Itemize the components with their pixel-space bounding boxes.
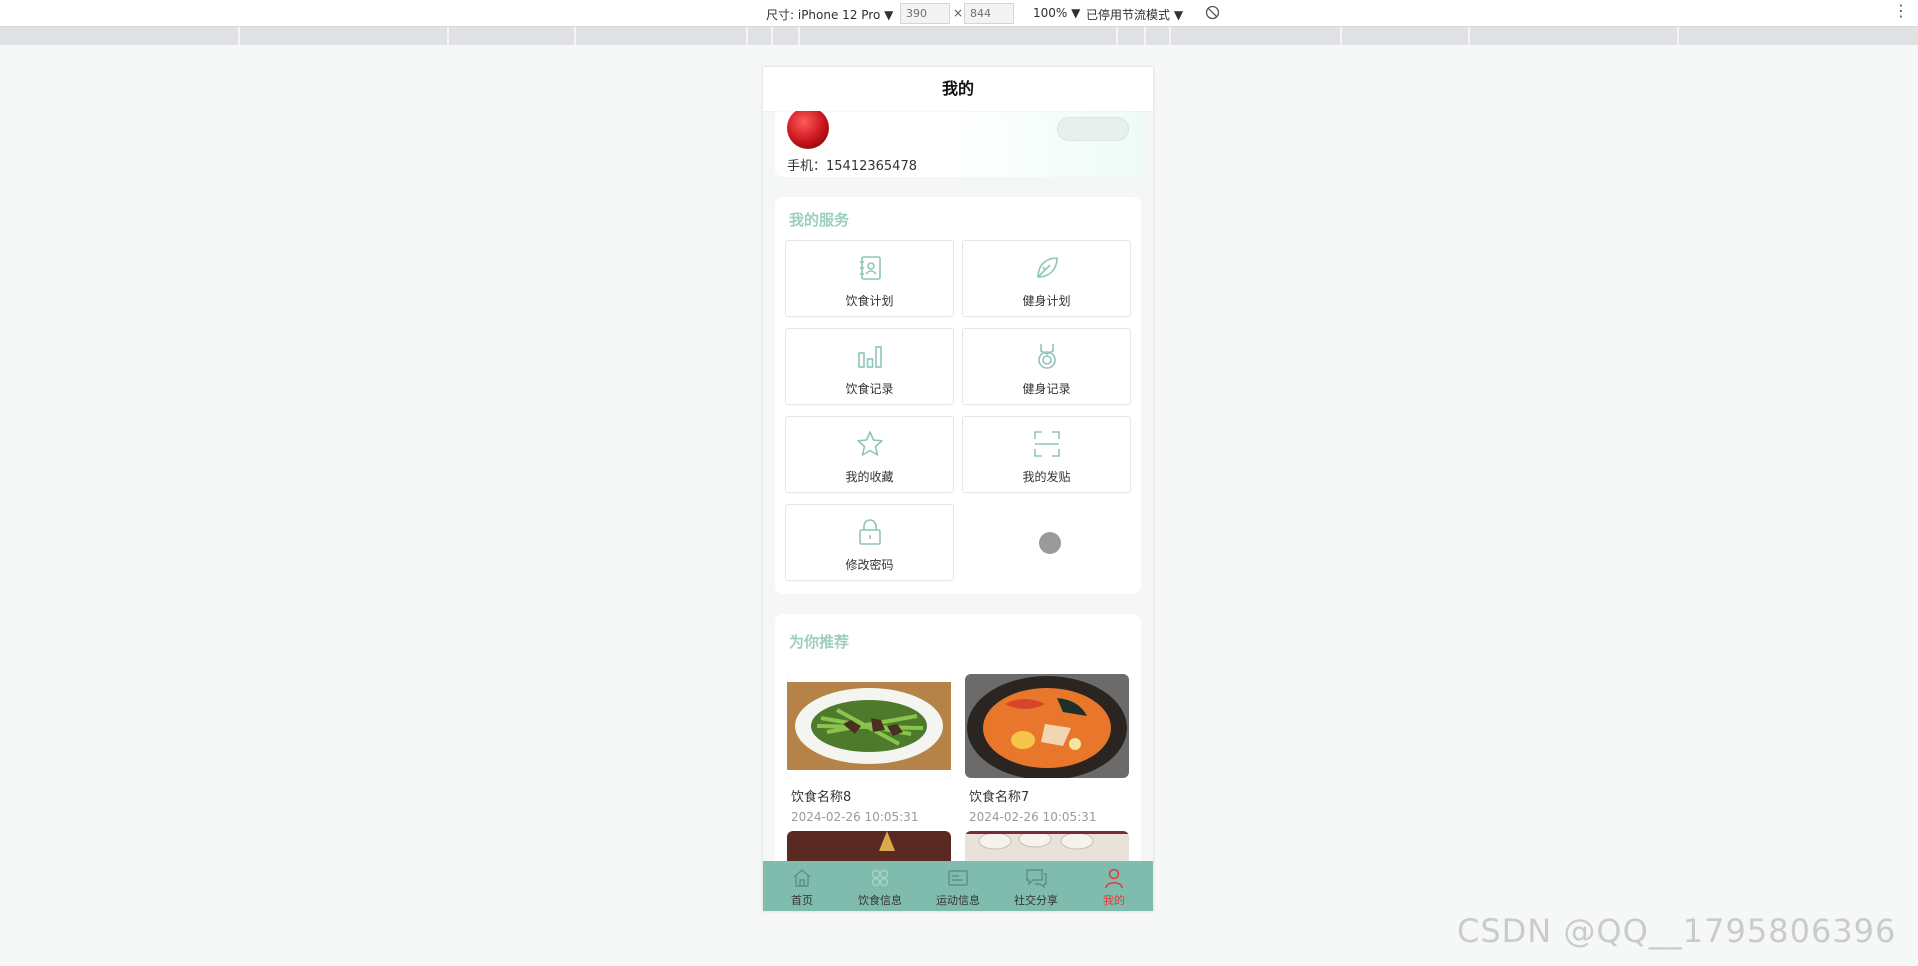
tab-label: 饮食信息 (858, 894, 902, 907)
food-time: 2024-02-26 10:05:31 (969, 810, 1097, 824)
dimension-separator: × (953, 6, 964, 20)
media-query-divider (1116, 27, 1118, 45)
food-name: 饮食名称8 (791, 790, 852, 805)
media-query-divider (447, 27, 449, 45)
devtools-device-toolbar: 尺寸: iPhone 12 Pro ▼ 390 × 844 100% ▼ 已停用… (0, 0, 1918, 27)
service-label: 饮食记录 (845, 382, 894, 396)
services-title: 我的服务 (789, 211, 850, 229)
star-icon (786, 429, 953, 459)
service-diet-plan[interactable]: 饮食计划 (785, 240, 954, 317)
service-label: 我的收藏 (845, 470, 894, 484)
scan-icon (963, 429, 1130, 459)
rotate-disabled-icon[interactable] (1205, 5, 1220, 23)
tab-label: 我的 (1103, 894, 1125, 907)
service-label: 修改密码 (845, 558, 894, 572)
sport-icon (919, 867, 997, 889)
device-viewport: 我的 手机：15412365478 我的服务 饮食计划 健身计划 饮食记录 健身… (763, 67, 1153, 911)
avatar[interactable] (787, 107, 829, 149)
media-query-divider (1340, 27, 1342, 45)
media-query-divider (746, 27, 748, 45)
device-height-input[interactable]: 844 (964, 3, 1014, 24)
media-query-divider (1468, 27, 1470, 45)
tab-social-share[interactable]: 社交分享 (997, 861, 1075, 911)
phone-number: 手机：15412365478 (787, 159, 917, 174)
food-image[interactable] (787, 674, 951, 778)
service-label: 我的发贴 (1022, 470, 1071, 484)
lock-icon (786, 517, 953, 547)
tab-label: 运动信息 (936, 894, 980, 907)
service-favorites[interactable]: 我的收藏 (785, 416, 954, 493)
chat-icon (997, 867, 1075, 889)
watermark: CSDN @QQ__1795806396 (1457, 912, 1897, 950)
device-select[interactable]: 尺寸: iPhone 12 Pro ▼ (766, 6, 893, 23)
device-width-input[interactable]: 390 (900, 3, 950, 24)
tab-label: 首页 (791, 894, 813, 907)
zoom-select[interactable]: 100% ▼ (1033, 6, 1080, 20)
service-change-password[interactable]: 修改密码 (785, 504, 954, 581)
recommend-title: 为你推荐 (789, 633, 850, 651)
tab-mine[interactable]: 我的 (1075, 861, 1153, 911)
food-name: 饮食名称7 (969, 790, 1030, 805)
service-diet-record[interactable]: 饮食记录 (785, 328, 954, 405)
user-icon (1075, 867, 1153, 889)
service-label: 健身记录 (1022, 382, 1071, 396)
service-fitness-plan[interactable]: 健身计划 (962, 240, 1131, 317)
tab-home[interactable]: 首页 (763, 861, 841, 911)
service-my-posts[interactable]: 我的发贴 (962, 416, 1131, 493)
leaf-icon (963, 253, 1130, 283)
page-title: 我的 (763, 67, 1153, 111)
food-icon (841, 867, 919, 889)
tab-food-info[interactable]: 饮食信息 (841, 861, 919, 911)
service-label: 饮食计划 (845, 294, 894, 308)
home-icon (763, 867, 841, 889)
tab-sport-info[interactable]: 运动信息 (919, 861, 997, 911)
more-options-icon[interactable]: ⋮ (1893, 3, 1909, 19)
tab-label: 社交分享 (1014, 894, 1058, 907)
recommend-item[interactable]: 饮食名称8 2024-02-26 10:05:31 (787, 674, 951, 824)
tab-bar: 首页 饮食信息 运动信息 社交分享 我的 (763, 861, 1153, 911)
media-query-divider (771, 27, 773, 45)
media-query-bar[interactable] (0, 27, 1918, 45)
recommend-item[interactable]: 饮食名称7 2024-02-26 10:05:31 (965, 674, 1129, 824)
media-query-divider (1677, 27, 1679, 45)
media-query-divider (238, 27, 240, 45)
service-label: 健身计划 (1022, 294, 1071, 308)
media-query-divider (574, 27, 576, 45)
throttle-select[interactable]: 已停用节流模式 ▼ (1086, 6, 1183, 23)
food-time: 2024-02-26 10:05:31 (791, 810, 919, 824)
media-query-divider (798, 27, 800, 45)
food-image[interactable] (965, 674, 1129, 778)
medal-icon (963, 341, 1130, 371)
media-query-divider (1144, 27, 1146, 45)
contact-book-icon (786, 253, 953, 283)
edit-profile-button[interactable] (1057, 117, 1129, 141)
services-section: 我的服务 饮食计划 健身计划 饮食记录 健身记录 我的收藏 我的发贴 修改密码 (775, 197, 1141, 594)
media-query-divider (1169, 27, 1171, 45)
service-fitness-record[interactable]: 健身记录 (962, 328, 1131, 405)
loading-indicator (1039, 532, 1061, 554)
bar-chart-icon (786, 341, 953, 371)
